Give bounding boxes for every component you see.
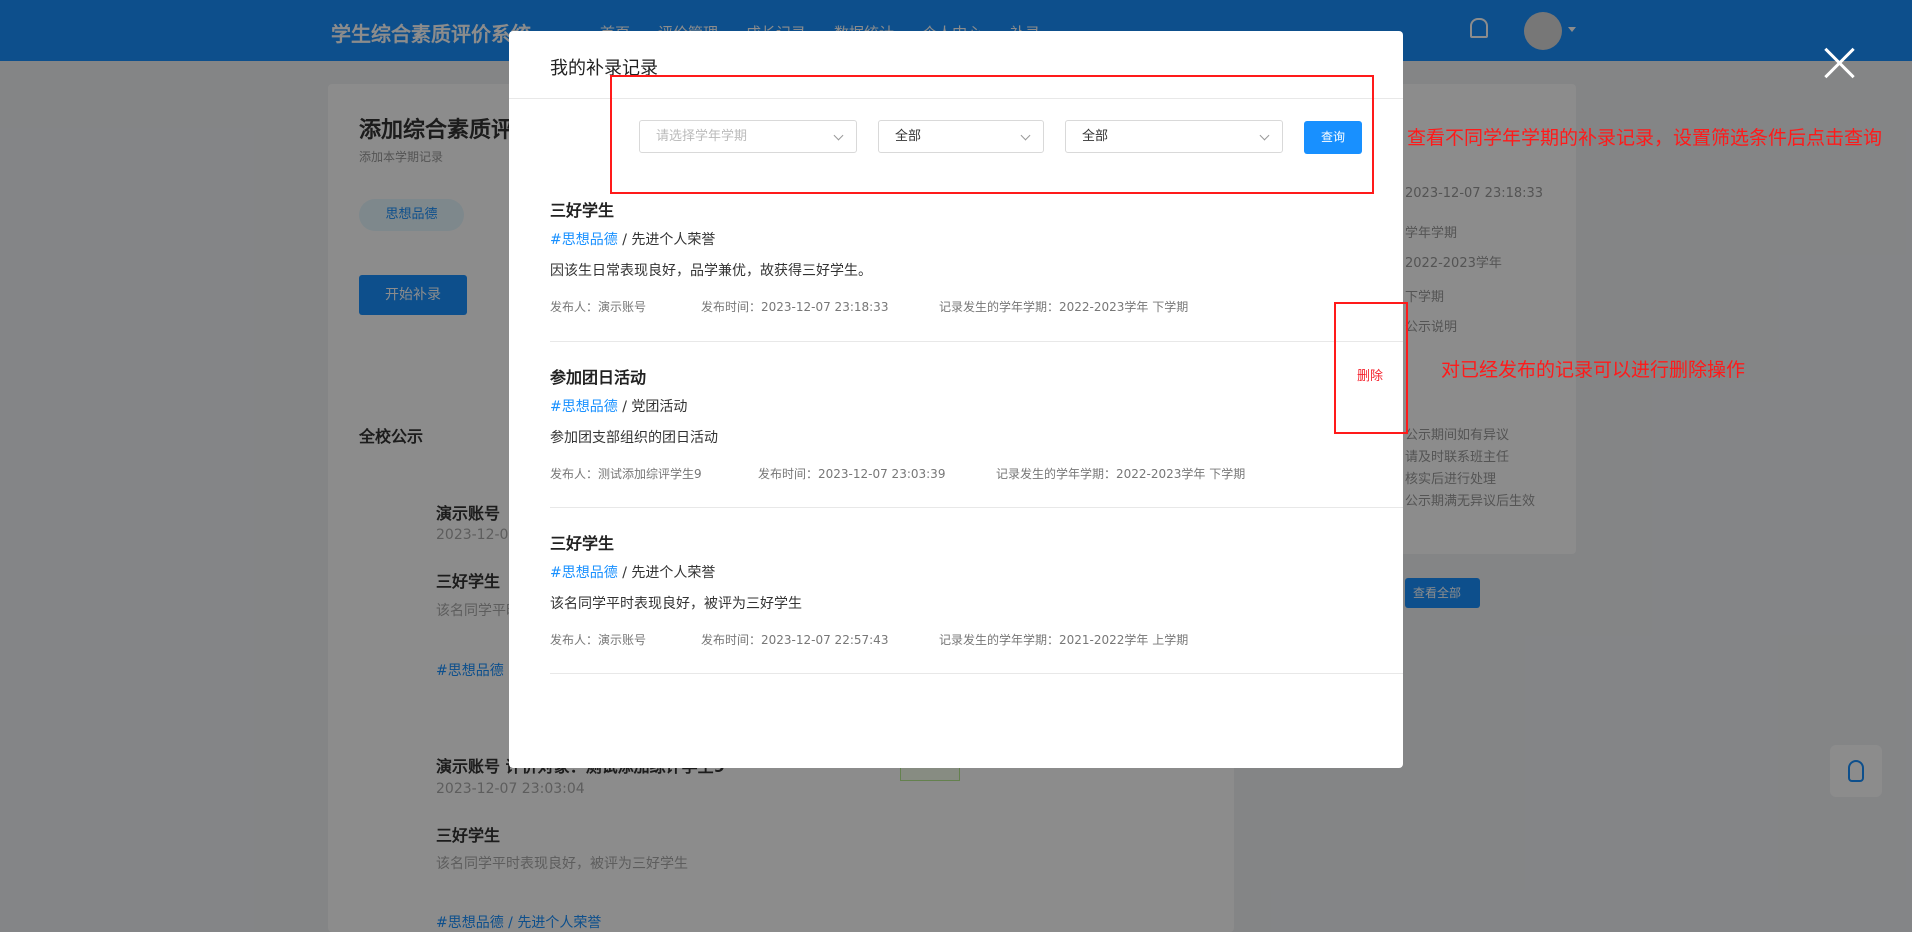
record-item: 三好学生 #思想品德 / 先进个人荣誉 该名同学平时表现良好，被评为三好学生 发…: [550, 530, 1403, 674]
record-description: 因该生日常表现良好，品学兼优，故获得三好学生。: [550, 263, 872, 279]
record-publish-time: 发布时间：2023-12-07 23:03:39: [758, 467, 946, 481]
close-icon[interactable]: [1822, 46, 1856, 80]
record-description: 参加团支部组织的团日活动: [550, 430, 718, 446]
record-semester: 记录发生的学年学期：2022-2023学年 下学期: [939, 300, 1189, 314]
record-semester: 记录发生的学年学期：2021-2022学年 上学期: [939, 633, 1189, 647]
record-subcategory: 党团活动: [631, 399, 688, 415]
record-publish-time: 发布时间：2023-12-07 22:57:43: [701, 633, 889, 647]
filter-highlight-box: [610, 75, 1374, 194]
record-title: 三好学生: [550, 534, 615, 553]
record-subcategory: 先进个人荣誉: [631, 232, 716, 248]
tag-separator: /: [622, 232, 627, 248]
record-tags: #思想品德 / 先进个人荣誉: [550, 562, 715, 582]
filter-annotation: 查看不同学年学期的补录记录，设置筛选条件后点击查询: [1407, 127, 1883, 149]
record-description: 该名同学平时表现良好，被评为三好学生: [550, 596, 802, 612]
tag-separator: /: [622, 399, 627, 415]
record-publish-time: 发布时间：2023-12-07 23:18:33: [701, 300, 889, 314]
tag-separator: /: [622, 565, 627, 581]
record-category-link[interactable]: #思想品德: [550, 232, 618, 248]
record-subcategory: 先进个人荣誉: [631, 565, 716, 581]
record-publisher: 发布人：演示账号: [550, 300, 647, 314]
record-tags: #思想品德 / 党团活动: [550, 396, 687, 416]
record-publisher: 发布人：测试添加综评学生9: [550, 467, 702, 481]
delete-annotation: 对已经发布的记录可以进行删除操作: [1441, 359, 1746, 381]
record-semester: 记录发生的学年学期：2022-2023学年 下学期: [996, 467, 1246, 481]
record-category-link[interactable]: #思想品德: [550, 399, 618, 415]
record-category-link[interactable]: #思想品德: [550, 565, 618, 581]
record-publisher: 发布人：演示账号: [550, 633, 647, 647]
delete-highlight-box: [1334, 302, 1408, 434]
record-item: 三好学生 #思想品德 / 先进个人荣誉 因该生日常表现良好，品学兼优，故获得三好…: [550, 197, 1403, 342]
record-item: 参加团日活动 #思想品德 / 党团活动 参加团支部组织的团日活动 发布人：测试添…: [550, 364, 1403, 508]
record-title: 参加团日活动: [550, 368, 647, 387]
record-tags: #思想品德 / 先进个人荣誉: [550, 229, 715, 249]
record-title: 三好学生: [550, 201, 615, 220]
